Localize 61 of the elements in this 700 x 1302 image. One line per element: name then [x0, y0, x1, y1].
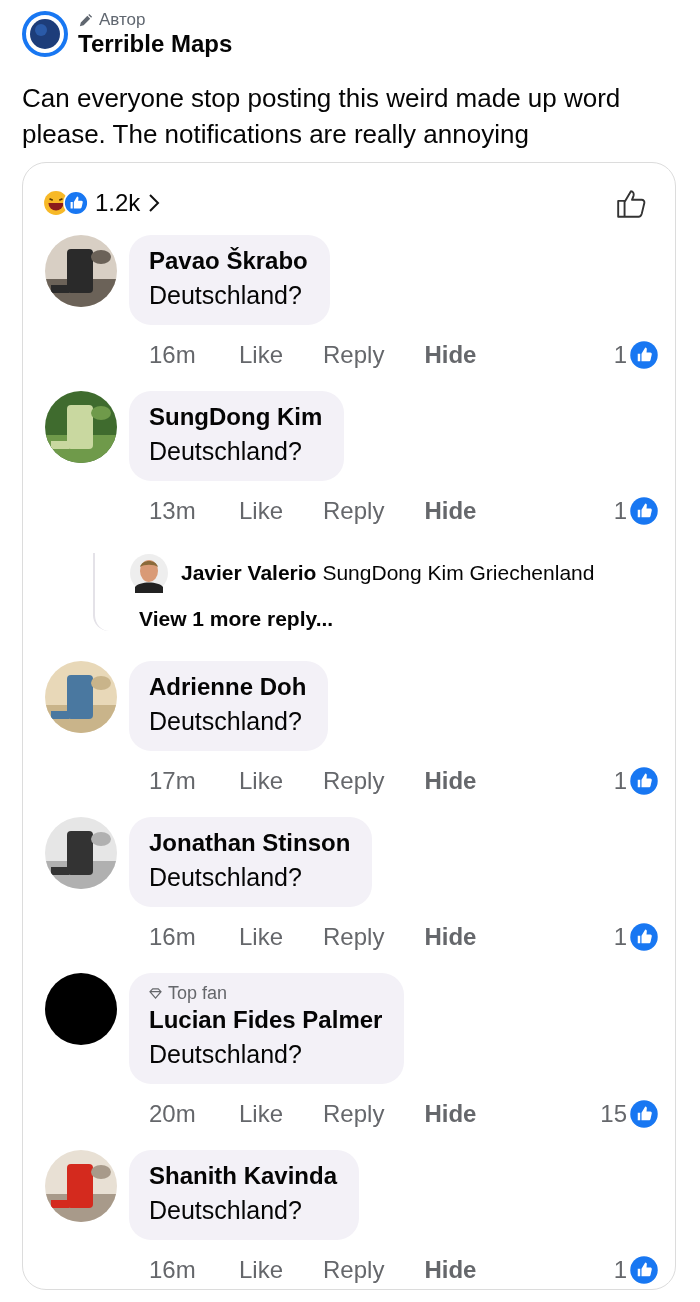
- commenter-name[interactable]: Adrienne Doh: [149, 671, 307, 703]
- comment-action[interactable]: Like: [239, 767, 284, 795]
- comment-action[interactable]: Like: [239, 1100, 284, 1128]
- comment-action[interactable]: Like: [239, 1256, 284, 1284]
- comment-time: 17m: [149, 767, 197, 795]
- like-reaction-icon: [629, 1255, 659, 1285]
- commenter-name[interactable]: Shanith Kavinda: [149, 1160, 338, 1192]
- like-reaction-icon: [629, 1099, 659, 1129]
- comment-time: 16m: [149, 1256, 197, 1284]
- comment-action[interactable]: Hide: [424, 1256, 477, 1284]
- top-fan-label: Top fan: [168, 983, 228, 1004]
- like-count: 1: [613, 923, 627, 951]
- comment-action[interactable]: Reply: [323, 341, 385, 369]
- comment-action[interactable]: Like: [239, 341, 284, 369]
- comment-text: Deutschland?: [149, 862, 303, 893]
- like-reaction-icon: [629, 340, 659, 370]
- comment-action[interactable]: Hide: [424, 923, 477, 951]
- comment-action[interactable]: Hide: [424, 341, 477, 369]
- comment-text: Deutschland?: [149, 1195, 303, 1226]
- commenter-name[interactable]: Pavao Škrabo: [149, 245, 308, 277]
- page-avatar[interactable]: [22, 11, 68, 57]
- comment-action[interactable]: Hide: [424, 767, 477, 795]
- like-reaction-icon: [629, 766, 659, 796]
- commenter-name[interactable]: Jonathan Stinson: [149, 827, 351, 859]
- comment-action[interactable]: Reply: [323, 1100, 385, 1128]
- reply-author[interactable]: Javier Valerio: [181, 561, 317, 585]
- pencil-icon: [78, 12, 93, 28]
- comment-time: 16m: [149, 341, 197, 369]
- page-name[interactable]: Terrible Maps: [78, 30, 233, 58]
- comment-action[interactable]: Reply: [323, 923, 385, 951]
- commenter-name[interactable]: SungDong Kim: [149, 401, 323, 433]
- reaction-count[interactable]: 1.2k: [95, 189, 141, 217]
- comment-time: 13m: [149, 497, 197, 525]
- comment-action[interactable]: Hide: [424, 1100, 477, 1128]
- like-reaction-icon: [629, 496, 659, 526]
- comment-action[interactable]: Reply: [323, 767, 385, 795]
- like-count: 1: [613, 767, 627, 795]
- like-count: 1: [613, 1256, 627, 1284]
- comment-action[interactable]: Hide: [424, 497, 477, 525]
- like-count: 15: [600, 1100, 627, 1128]
- comment-action[interactable]: Like: [239, 923, 284, 951]
- comment-action[interactable]: Reply: [323, 497, 385, 525]
- post-text: Can everyone stop posting this weird made up word please. The notifications are really annoying: [22, 82, 622, 151]
- commenter-name[interactable]: Lucian Fides Palmer: [149, 1004, 383, 1036]
- like-count: 1: [613, 341, 627, 369]
- comment-text: Deutschland?: [149, 706, 303, 737]
- chevron-right-icon[interactable]: [148, 193, 161, 213]
- comment-text: Deutschland?: [149, 280, 303, 311]
- comment-time: 20m: [149, 1100, 197, 1128]
- comment-text: Deutschland?: [149, 1039, 303, 1070]
- comment-text: Deutschland?: [149, 436, 303, 467]
- diamond-icon: [149, 988, 162, 999]
- like-reaction-icon: [63, 190, 89, 216]
- like-count: 1: [613, 497, 627, 525]
- comment-action[interactable]: Reply: [323, 1256, 385, 1284]
- comment-time: 16m: [149, 923, 197, 951]
- view-more-replies-link[interactable]: View 1 more reply...: [95, 607, 595, 631]
- author-role: Автор: [99, 10, 146, 30]
- comment-action[interactable]: Like: [239, 497, 284, 525]
- like-reaction-icon: [629, 922, 659, 952]
- reply-text: SungDong Kim Griechenland: [322, 561, 595, 585]
